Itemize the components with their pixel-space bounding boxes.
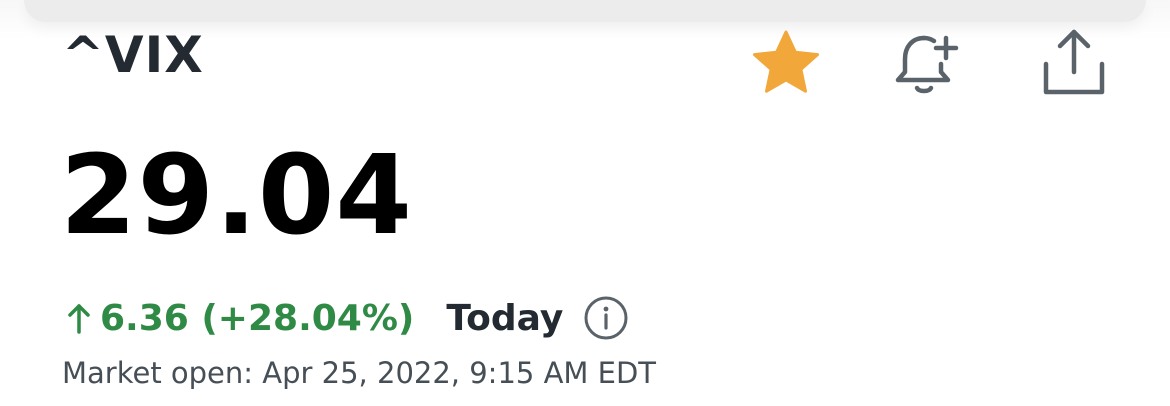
add-alert-bell-icon <box>895 35 959 94</box>
share-icon <box>1043 29 1105 95</box>
watchlist-star-button[interactable] <box>750 28 822 96</box>
add-alert-button[interactable] <box>890 28 962 98</box>
current-price: 29.04 <box>60 131 413 259</box>
ticker-symbol: ^VIX <box>62 26 204 84</box>
arrow-up-icon <box>68 304 90 334</box>
star-icon <box>753 30 819 93</box>
price-change-row: 6.36 (+28.04%) Today <box>64 294 629 342</box>
quote-header-panel: ^VIX 29.04 6.36 (+28.04%) Today Market o… <box>0 0 1170 406</box>
market-status-timestamp: Market open: Apr 25, 2022, 9:15 AM EDT <box>62 356 657 390</box>
price-change: 6.36 (+28.04%) <box>64 298 414 339</box>
change-period-label: Today <box>446 297 564 339</box>
info-icon[interactable] <box>583 295 629 341</box>
share-button[interactable] <box>1036 26 1112 98</box>
price-change-value: 6.36 (+28.04%) <box>100 297 415 339</box>
